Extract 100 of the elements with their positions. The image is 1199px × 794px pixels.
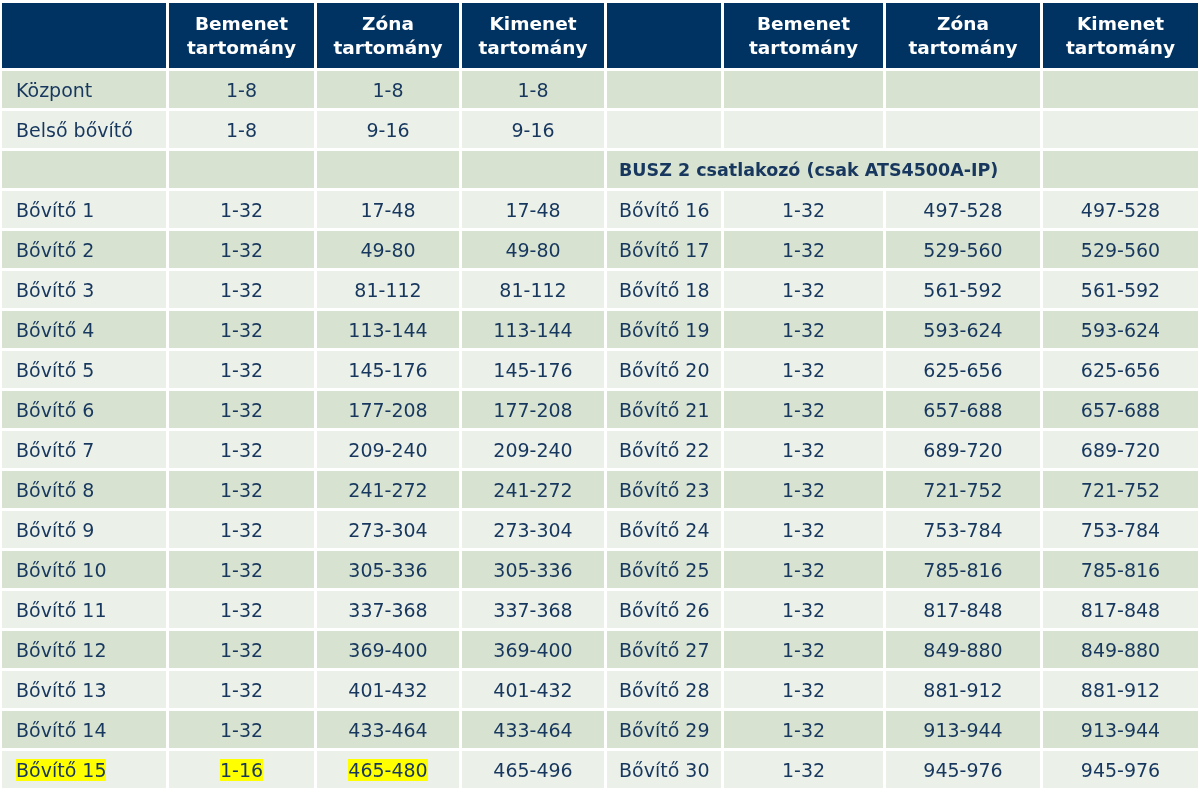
- cell-text: 1-8: [225, 78, 257, 101]
- cell-text: 1-32: [781, 718, 826, 741]
- cell-text: 1-32: [781, 278, 826, 301]
- cell-text: 625-656: [1080, 358, 1161, 381]
- cell-text: Bővítő 3: [16, 278, 95, 301]
- cell-text: Bővítő 28: [619, 678, 710, 701]
- cell-text: Bővítő 6: [16, 398, 95, 421]
- cell-text: 945-976: [923, 758, 1003, 781]
- cell-text: 497-528: [1080, 198, 1161, 221]
- cell-text: Bővítő 30: [619, 758, 710, 781]
- cell-text: 657-688: [1080, 398, 1161, 421]
- column-header: Bemenet tartomány: [724, 3, 883, 68]
- cell-text: Bővítő 14: [16, 718, 107, 741]
- cell-text: 113-144: [348, 318, 428, 341]
- cell-text: 1-32: [781, 678, 826, 701]
- cell-text: 785-816: [923, 558, 1003, 581]
- cell-text: Bővítő 1: [16, 198, 95, 221]
- cell-text: 721-752: [1080, 478, 1161, 501]
- cell-text: Belső bővítő: [16, 118, 133, 141]
- cell-text: 177-208: [493, 398, 573, 421]
- cell-text: 1-32: [219, 478, 264, 501]
- cell-text: 1-32: [219, 718, 264, 741]
- cell-text: Bővítő 15: [16, 758, 107, 781]
- cell-text: 113-144: [493, 318, 573, 341]
- cell-text: Bővítő 8: [16, 478, 95, 501]
- cell-text: 593-624: [923, 318, 1003, 341]
- cell-text: 433-464: [348, 718, 428, 741]
- cell-text: 337-368: [348, 598, 428, 621]
- cell-text: 9-16: [366, 118, 410, 141]
- cell-text: 369-400: [348, 638, 428, 661]
- cell-text: 1-32: [781, 398, 826, 421]
- cell-text: Bővítő 4: [16, 318, 95, 341]
- cell-text: 1-32: [781, 598, 826, 621]
- cell-text: 177-208: [348, 398, 428, 421]
- cell-text: 465-480: [348, 758, 428, 781]
- cell-text: 1-32: [781, 358, 826, 381]
- cell-text: 241-272: [493, 478, 573, 501]
- cell-text: 689-720: [1080, 438, 1161, 461]
- cell-text: 1-32: [781, 198, 826, 221]
- cell-text: 305-336: [348, 558, 428, 581]
- cell-text: 1-32: [781, 758, 826, 781]
- column-header: Zóna tartomány: [886, 3, 1040, 68]
- cell-text: Bővítő 29: [619, 718, 710, 741]
- cell-text: 1-32: [219, 358, 264, 381]
- cell-text: Bővítő 20: [619, 358, 710, 381]
- cell-text: 433-464: [493, 718, 573, 741]
- cell-text: Bővítő 18: [619, 278, 710, 301]
- cell-text: 1-32: [219, 638, 264, 661]
- cell-text: 273-304: [348, 518, 428, 541]
- cell-text: Központ: [16, 78, 93, 101]
- cell-text: 657-688: [923, 398, 1003, 421]
- cell-text: 1-32: [219, 198, 264, 221]
- cell-text: 817-848: [1080, 598, 1161, 621]
- cell-text: Bővítő 12: [16, 638, 107, 661]
- cell-text: 337-368: [493, 598, 573, 621]
- cell-text: 593-624: [1080, 318, 1161, 341]
- cell-text: 145-176: [348, 358, 428, 381]
- cell-text: 529-560: [1080, 238, 1161, 261]
- cell-text: 849-880: [1080, 638, 1161, 661]
- cell-text: 1-32: [219, 398, 264, 421]
- cell-text: 817-848: [923, 598, 1003, 621]
- cell-text: 497-528: [923, 198, 1003, 221]
- cell-text: 1-32: [219, 238, 264, 261]
- cell-text: 145-176: [493, 358, 573, 381]
- cell-text: 401-432: [348, 678, 428, 701]
- cell-text: Bővítő 10: [16, 558, 107, 581]
- cell-text: 401-432: [493, 678, 573, 701]
- column-header: Kimenet tartomány: [1043, 3, 1198, 68]
- cell-text: 1-32: [781, 238, 826, 261]
- column-header: Kimenet tartomány: [462, 3, 604, 68]
- column-header: Bemenet tartomány: [169, 3, 314, 68]
- cell-text: Bővítő 17: [619, 238, 710, 261]
- cell-text: 1-16: [219, 758, 264, 781]
- cell-text: 753-784: [923, 518, 1003, 541]
- cell-text: 241-272: [348, 478, 428, 501]
- cell-text: 529-560: [923, 238, 1003, 261]
- cell-text: 1-32: [781, 318, 826, 341]
- cell-text: 625-656: [923, 358, 1003, 381]
- cell-text: 17-48: [360, 198, 416, 221]
- cell-text: 1-32: [781, 518, 826, 541]
- cell-text: 1-32: [781, 638, 826, 661]
- cell-text: 1-32: [781, 438, 826, 461]
- cell-text: Bővítő 7: [16, 438, 95, 461]
- cell-text: 49-80: [505, 238, 561, 261]
- cell-text: 913-944: [1080, 718, 1161, 741]
- cell-text: 1-32: [781, 478, 826, 501]
- cell-text: 913-944: [923, 718, 1003, 741]
- cell-text: Bővítő 19: [619, 318, 710, 341]
- cell-text: 1-32: [219, 678, 264, 701]
- cell-text: 689-720: [923, 438, 1003, 461]
- cell-text: Bővítő 11: [16, 598, 107, 621]
- cell-text: Bővítő 5: [16, 358, 95, 381]
- cell-text: 81-112: [499, 278, 567, 301]
- cell-text: Bővítő 22: [619, 438, 710, 461]
- cell-text: 209-240: [493, 438, 573, 461]
- cell-text: 369-400: [493, 638, 573, 661]
- cell-text: 881-912: [1080, 678, 1161, 701]
- cell-text: Bővítő 2: [16, 238, 95, 261]
- cell-text: Bővítő 13: [16, 678, 107, 701]
- cell-text: Bővítő 9: [16, 518, 95, 541]
